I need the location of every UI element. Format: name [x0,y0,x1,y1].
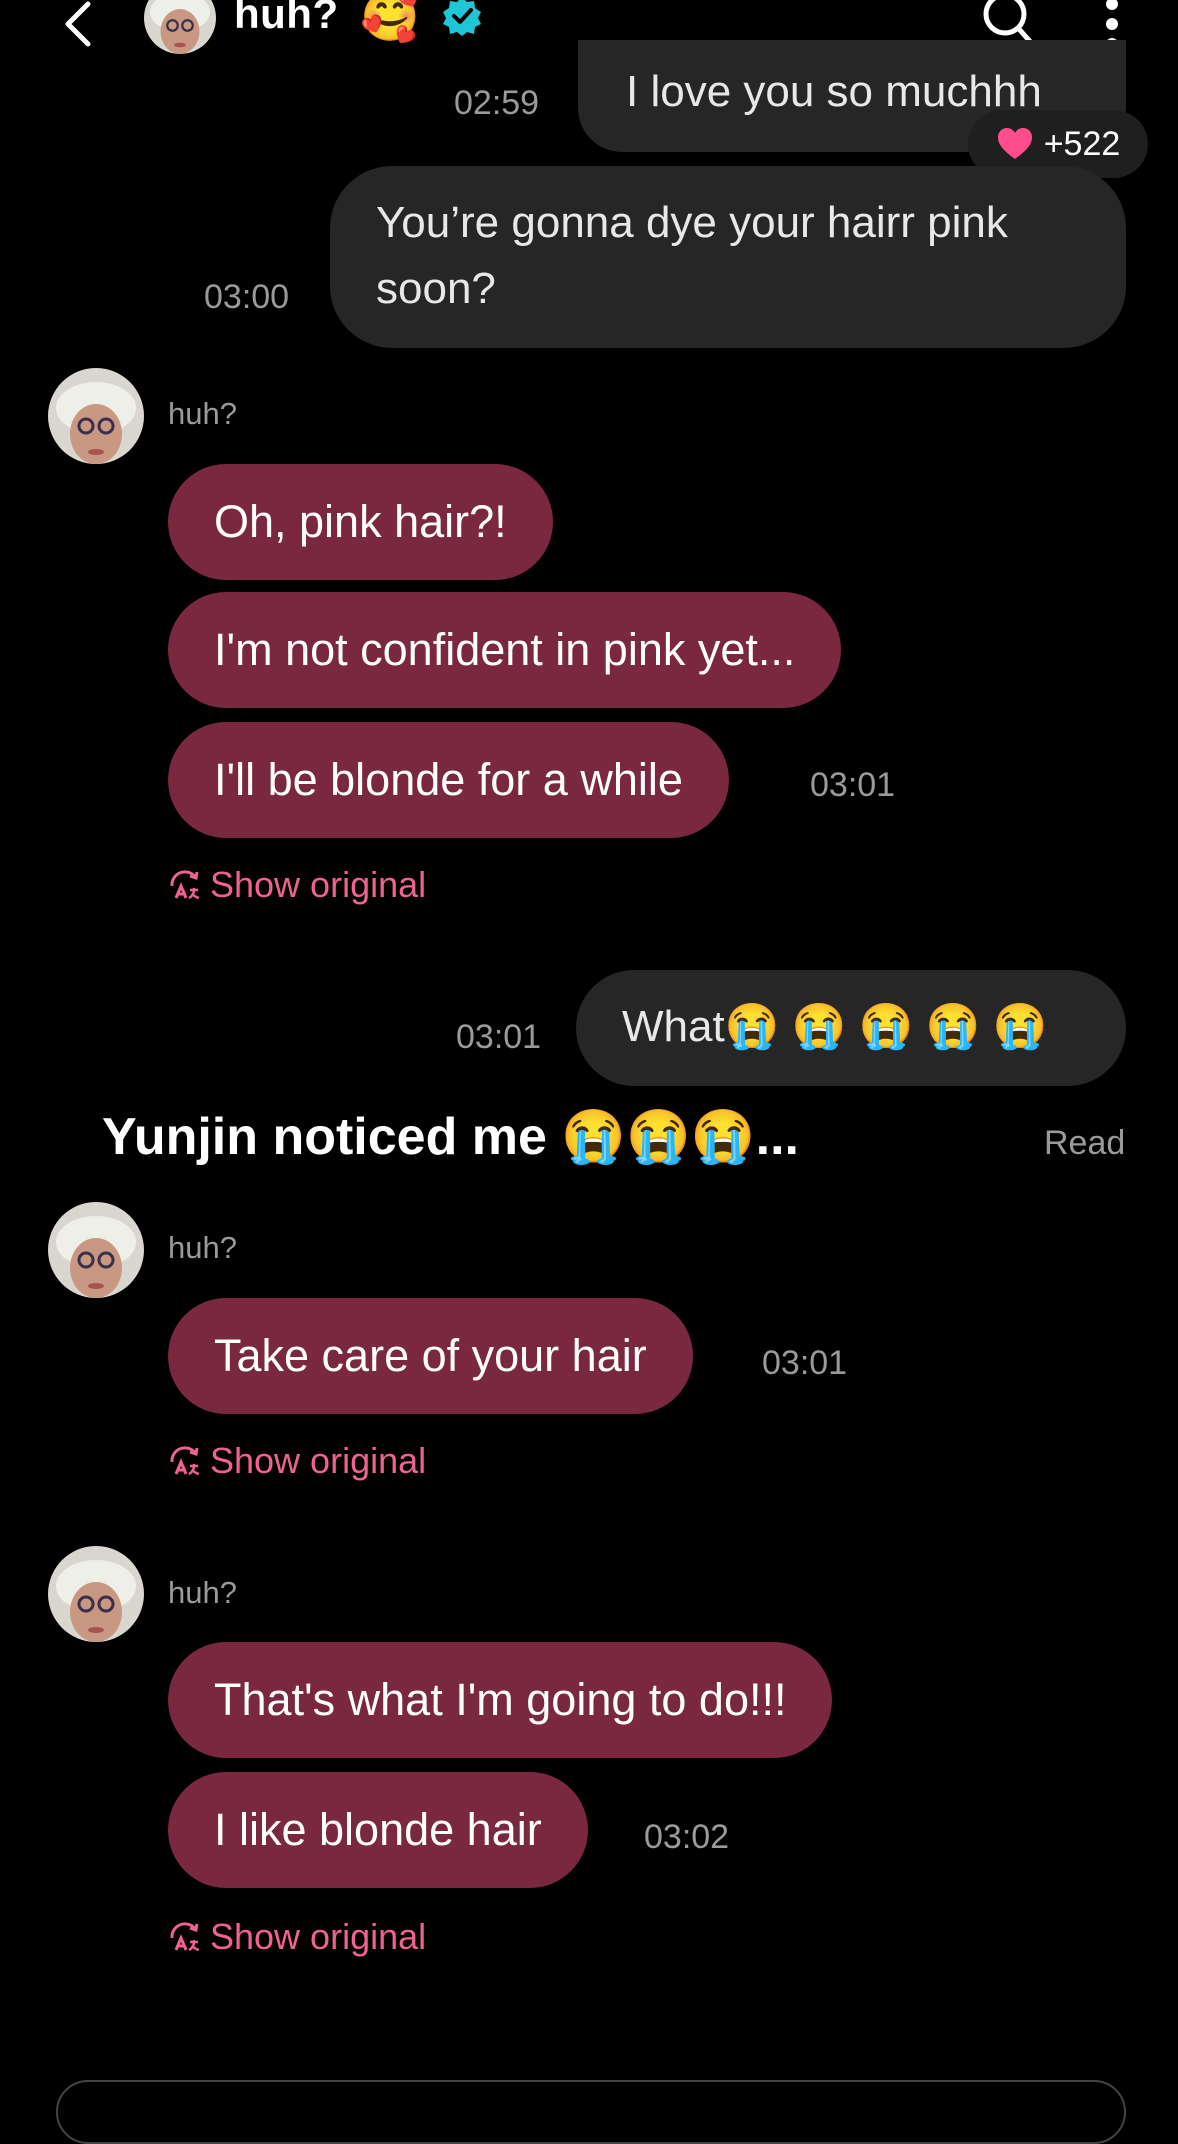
message-time: 03:02 [644,1818,730,1856]
chat-title[interactable]: huh? [234,0,339,38]
show-original-label: Show original [210,1916,427,1957]
message-time: 03:01 [456,1018,542,1056]
message-input[interactable] [56,2080,1126,2144]
verified-icon [443,0,481,36]
message-text: I'm not confident in pink yet... [214,624,796,675]
show-original-button[interactable]: Show original [168,1440,426,1482]
incoming-message[interactable]: Oh, pink hair?! [168,464,553,580]
avatar[interactable] [144,0,216,54]
incoming-message[interactable]: I'm not confident in pink yet... [168,592,842,708]
message-text: That's what I'm going to do!!! [214,1674,787,1725]
message-text: Take care of your hair [214,1330,647,1381]
show-original-label: Show original [210,1440,427,1481]
message-time: 03:01 [762,1344,848,1382]
message-text: I'll be blonde for a while [214,754,683,805]
title-emoji: 🥰 [360,0,420,44]
show-original-button[interactable]: Show original [168,864,426,906]
sender-name: huh? [168,1575,237,1610]
reaction-count: +522 [1043,124,1121,163]
message-time: 02:59 [454,84,540,122]
sender-name: huh? [168,1230,237,1265]
message-text: What😭 😭 😭 😭 😭 [622,1002,1048,1051]
outgoing-message[interactable]: You’re gonna dye your hairr pink soon? [330,166,1126,348]
translate-icon [170,1446,200,1476]
incoming-message[interactable]: I'll be blonde for a while [168,722,729,838]
message-text: I love you so muchhh [626,67,1042,116]
message-time: 03:01 [810,766,896,804]
message-text: I like blonde hair [214,1804,542,1855]
avatar[interactable] [48,1202,144,1298]
notice-text: Yunjin noticed me 😭😭😭... [102,1108,799,1166]
translate-icon [170,870,200,900]
show-original-label: Show original [210,864,427,905]
back-icon[interactable] [58,0,98,50]
avatar[interactable] [48,1546,144,1642]
translate-icon [170,1922,200,1952]
read-receipt: Read [1044,1124,1126,1162]
message-text: You’re gonna dye your hairr pink [376,198,1008,247]
outgoing-message[interactable]: What😭 😭 😭 😭 😭 [576,970,1126,1086]
avatar[interactable] [48,368,144,464]
message-time: 03:00 [204,278,290,316]
show-original-button[interactable]: Show original [168,1916,426,1958]
message-text: soon? [376,264,496,313]
heart-icon [997,128,1032,159]
sender-name: huh? [168,396,237,431]
incoming-message[interactable]: Take care of your hair [168,1298,693,1414]
incoming-message[interactable]: I like blonde hair [168,1772,588,1888]
incoming-message[interactable]: That's what I'm going to do!!! [168,1642,833,1758]
message-text: Oh, pink hair?! [214,496,507,547]
